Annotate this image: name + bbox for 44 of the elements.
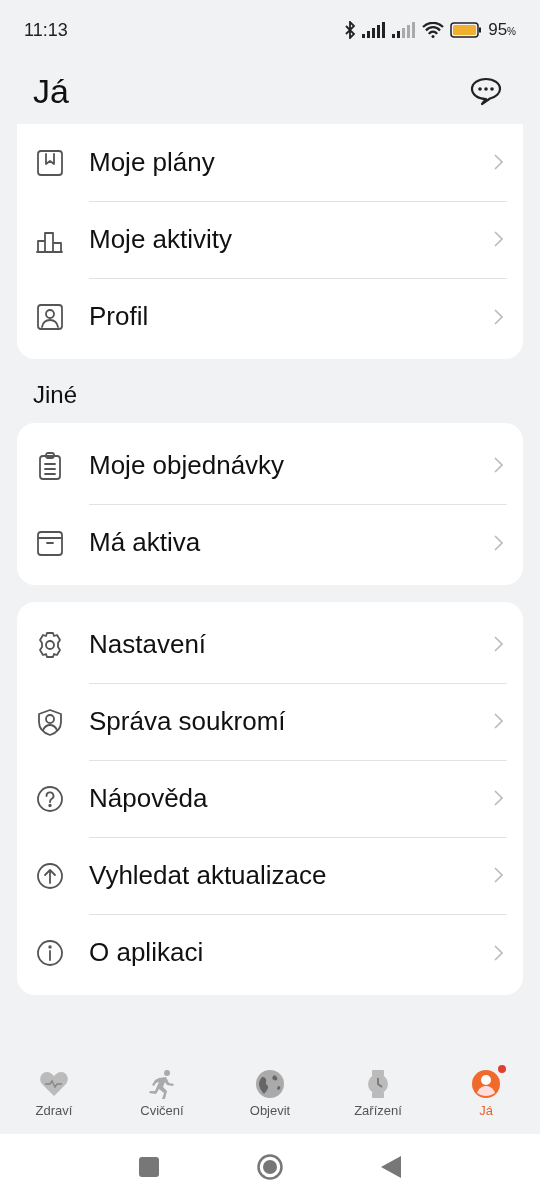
- info-icon: [35, 937, 65, 968]
- person-icon: [35, 301, 65, 332]
- chevron-right-icon: [494, 867, 503, 883]
- tab[interactable]: Zdraví: [0, 1055, 108, 1130]
- chevron-right-icon: [494, 636, 503, 652]
- signal-icon: [362, 22, 387, 38]
- chevron-right-icon: [494, 154, 503, 170]
- menu-item[interactable]: O aplikaci: [17, 914, 523, 991]
- chevron-right-icon: [494, 231, 503, 247]
- menu-item[interactable]: Moje plány: [17, 124, 523, 201]
- bookmark-icon: [35, 147, 65, 178]
- help-icon: [35, 783, 65, 814]
- person-icon: [470, 1067, 502, 1100]
- menu-item[interactable]: Vyhledat aktualizace: [17, 837, 523, 914]
- menu-item[interactable]: Má aktiva: [17, 504, 523, 581]
- chat-bubble-icon[interactable]: [470, 76, 502, 106]
- bluetooth-icon: [344, 21, 357, 39]
- chevron-right-icon: [494, 944, 503, 961]
- status-time: 11:13: [24, 19, 68, 41]
- battery-percent: 95%: [488, 20, 516, 40]
- tab[interactable]: Objevit: [216, 1055, 324, 1130]
- signal-icon: [392, 22, 417, 38]
- menu-item[interactable]: Nastavení: [17, 606, 523, 683]
- chevron-right-icon: [494, 308, 503, 325]
- chevron-right-icon: [494, 534, 503, 551]
- tab[interactable]: Zařízení: [324, 1055, 432, 1130]
- section-title: Jiné: [32, 380, 79, 410]
- chevron-right-icon: [494, 713, 503, 729]
- menu-item[interactable]: Nápověda: [17, 760, 523, 837]
- menu-item[interactable]: Správa soukromí: [17, 683, 523, 760]
- wifi-icon: [422, 22, 445, 38]
- arrow-up-icon: [35, 860, 65, 891]
- shield-person-icon: [35, 706, 65, 737]
- home-button[interactable]: [257, 1154, 283, 1180]
- chevron-right-icon: [494, 457, 503, 473]
- menu-item[interactable]: Moje objednávky: [17, 427, 523, 504]
- battery-icon: [450, 22, 483, 38]
- page-title: Já: [33, 71, 69, 111]
- back-button[interactable]: [381, 1156, 401, 1178]
- chevron-right-icon: [494, 790, 503, 806]
- globe-icon: [254, 1067, 286, 1100]
- menu-item[interactable]: Profil: [17, 278, 523, 355]
- tab[interactable]: Cvičení: [108, 1055, 216, 1130]
- menu-item[interactable]: Moje aktivity: [17, 201, 523, 278]
